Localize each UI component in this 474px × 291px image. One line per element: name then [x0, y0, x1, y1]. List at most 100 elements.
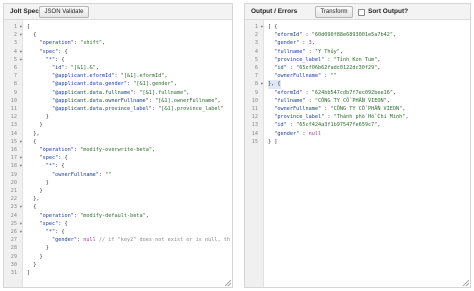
- code-token: :: [299, 40, 309, 47]
- line-number-text: 31: [10, 270, 17, 276]
- code-token: "fullname": [268, 97, 306, 104]
- code-token: "spec": [27, 155, 59, 162]
- line-number-text: 12: [251, 114, 258, 121]
- jolt-spec-code[interactable]: [ { "operation": "shift", "spec": { "*":…: [27, 20, 230, 287]
- code-token: ,: [173, 81, 177, 88]
- line-number: 7: [4, 72, 23, 80]
- code-line: }: [27, 187, 42, 195]
- fold-arrow-icon[interactable]: ▾: [20, 23, 22, 31]
- code-token: "*": [27, 229, 56, 235]
- code-token: : {: [55, 56, 65, 63]
- code-token: "[&1].fullname": [139, 89, 187, 96]
- code-token: "Thành phố Hồ Chí Minh": [333, 114, 406, 121]
- code-token: :: [299, 130, 309, 137]
- line-number-text: 17: [10, 155, 17, 162]
- fold-arrow-icon[interactable]: ▾: [261, 80, 263, 88]
- code-token: "fullname": [268, 48, 306, 55]
- code-line: }: [27, 261, 36, 269]
- line-number: 16: [4, 146, 23, 154]
- transform-button[interactable]: Transform: [315, 6, 353, 18]
- line-number-text: 8: [13, 81, 17, 88]
- line-number-text: 12: [10, 114, 17, 121]
- code-token: "[&1].province_label": [158, 106, 224, 112]
- fold-arrow-icon[interactable]: ▾: [20, 138, 22, 146]
- code-line: "spec": {: [27, 48, 68, 56]
- code-token: "": [105, 171, 112, 178]
- code-token: "60d090f88e6893001e5a7b42": [311, 32, 393, 39]
- code-token: "": [330, 73, 337, 80]
- fold-arrow-icon[interactable]: ▾: [20, 203, 22, 211]
- output-code[interactable]: [ { "eformId" : "60d090f88e6893001e5a7b4…: [268, 20, 468, 287]
- json-validate-button[interactable]: JSON Validate: [39, 6, 89, 18]
- line-number-text: 9: [13, 89, 17, 96]
- code-token: "spec": [27, 48, 59, 55]
- fold-arrow-icon[interactable]: ▾: [20, 154, 22, 162]
- line-number-text: 10: [10, 97, 17, 104]
- line-number-text: 29: [10, 253, 17, 260]
- code-line: "ownerFullname" : "CÔNG TY CỔ PHẦN VIEON…: [268, 105, 405, 113]
- line-number: 4 ▾: [4, 48, 23, 56]
- line-number-text: 1: [254, 24, 258, 30]
- line-number-text: 6: [13, 65, 17, 71]
- code-line: "gender": null // if "key2" does not exi…: [27, 236, 230, 244]
- code-token: }: [27, 179, 49, 186]
- code-token: } ]: [268, 138, 278, 145]
- code-token: "eformId": [268, 89, 303, 96]
- code-token: ,: [402, 106, 406, 112]
- code-token: "province_label": [268, 56, 325, 63]
- code-line: "spec": {: [27, 220, 67, 228]
- code-token: }, {: [268, 81, 281, 88]
- code-token: :: [286, 122, 297, 129]
- line-number: 8: [4, 80, 23, 88]
- code-token: },: [27, 130, 40, 137]
- resize-handle-icon[interactable]: [463, 280, 469, 286]
- line-number: 11: [245, 105, 264, 113]
- code-token: ,: [311, 40, 315, 47]
- output-header: Output / Errors Transform Sort Output?: [245, 4, 470, 20]
- code-line: "id" : "65cf06b62fadc0122dc30f29",: [268, 64, 380, 72]
- code-token: "id": [27, 65, 65, 71]
- jolt-spec-editor[interactable]: 1 ▾ 2 ▾ 3 4 ▾ 5 ▾ 6 7 8 9 10 11 12 13 14 15 ▾ 16 17 ▾ 18 ▾ 19 20 21…: [4, 20, 232, 287]
- sort-output-checkbox[interactable]: [358, 8, 365, 16]
- code-token: ,: [151, 147, 156, 153]
- line-number: 14: [245, 130, 264, 138]
- line-number-text: 27: [10, 237, 17, 244]
- line-number-text: 5: [254, 56, 258, 63]
- line-number: 13: [4, 121, 23, 129]
- code-token: ,: [101, 40, 106, 47]
- fold-arrow-icon[interactable]: ▾: [261, 23, 263, 31]
- line-number-text: 30: [10, 261, 17, 268]
- line-number-text: 7: [254, 73, 258, 80]
- fold-arrow-icon[interactable]: ▾: [20, 162, 22, 170]
- line-number: 3: [4, 39, 23, 47]
- code-line: }: [27, 244, 49, 252]
- output-panel: Output / Errors Transform Sort Output? 1…: [244, 3, 471, 288]
- output-editor[interactable]: 1 ▾ 2 3 4 5 6 7 8 ▾ 9 10 11 12 13 14 15 [ { "eformId" : …: [245, 20, 470, 287]
- line-number: 13: [245, 121, 264, 129]
- code-token: ,: [164, 73, 168, 80]
- code-token: : {: [55, 229, 65, 235]
- line-number: 24: [4, 212, 23, 220]
- code-token: "id": [268, 65, 287, 71]
- code-line: "@applicant.eformId": "[&1].eformId",: [27, 72, 168, 80]
- code-token: "id": [268, 122, 287, 129]
- code-token: "spec": [27, 220, 59, 227]
- code-token: "624bb547cdb7f7ec092bee16": [311, 89, 393, 96]
- fold-arrow-icon[interactable]: ▾: [20, 31, 22, 39]
- fold-arrow-icon[interactable]: ▾: [20, 56, 22, 64]
- line-number: 1 ▾: [4, 23, 23, 31]
- code-line: "operation": "shift",: [27, 39, 105, 47]
- line-number: 12: [4, 113, 23, 121]
- code-token: : {: [58, 48, 68, 55]
- fold-arrow-icon[interactable]: ▾: [20, 228, 22, 236]
- fold-arrow-icon[interactable]: ▾: [20, 220, 22, 228]
- line-number: 23 ▾: [4, 203, 23, 211]
- code-token: ,: [217, 97, 221, 104]
- fold-arrow-icon[interactable]: ▾: [20, 48, 22, 56]
- resize-handle-icon[interactable]: [225, 280, 231, 286]
- code-token: :: [305, 48, 315, 55]
- code-token: ,: [95, 65, 99, 71]
- code-line: }: [27, 121, 42, 129]
- line-number-text: 11: [251, 106, 258, 112]
- code-token: {: [27, 204, 37, 211]
